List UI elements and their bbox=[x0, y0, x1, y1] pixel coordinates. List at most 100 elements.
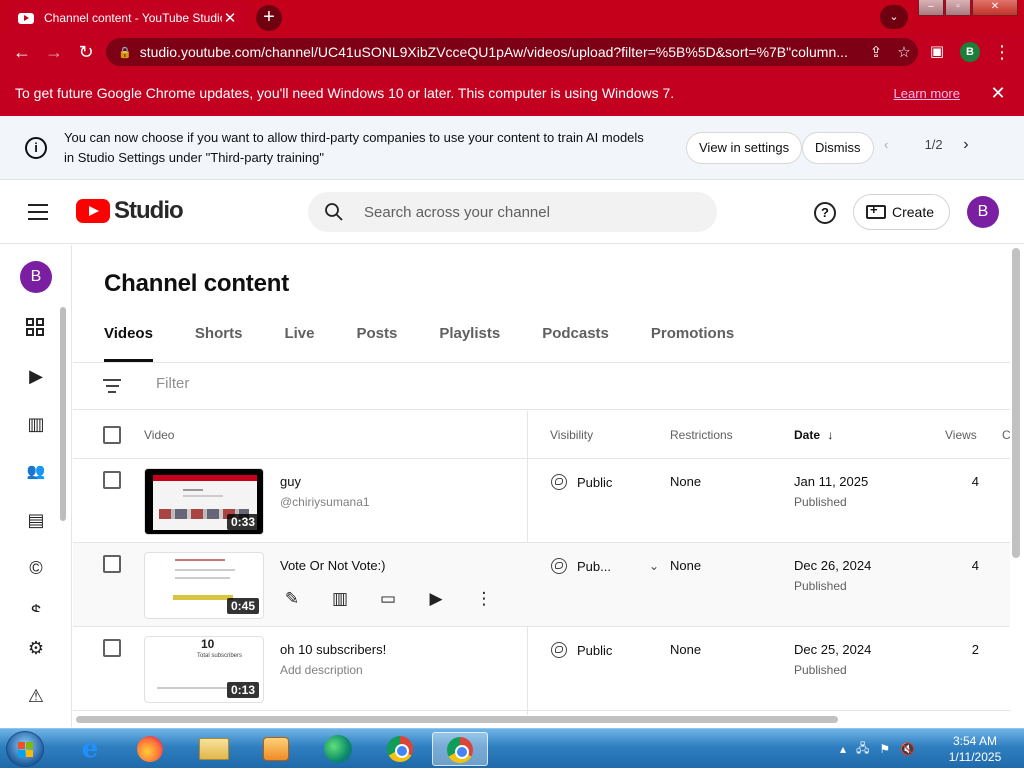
visibility-value: Public bbox=[577, 642, 613, 658]
share-icon[interactable]: ⇪ bbox=[862, 43, 890, 61]
account-avatar[interactable]: B bbox=[967, 196, 999, 228]
filter-bar bbox=[73, 363, 1010, 410]
start-button[interactable] bbox=[6, 731, 44, 767]
restrictions-value: None bbox=[670, 474, 702, 489]
more-options-icon[interactable]: ⋮ bbox=[472, 587, 496, 611]
dismiss-button[interactable]: Dismiss bbox=[802, 132, 874, 164]
community-icon[interactable]: 👥 bbox=[24, 460, 48, 484]
add-description-link[interactable]: Add description bbox=[280, 663, 363, 677]
bookmark-star-icon[interactable]: ☆ bbox=[890, 43, 918, 61]
learn-more-link[interactable]: Learn more bbox=[894, 86, 960, 101]
close-tab-icon[interactable]: ✕ bbox=[222, 9, 238, 27]
new-tab-button[interactable]: + bbox=[256, 5, 282, 31]
feedback-icon[interactable]: ⚠ bbox=[24, 684, 48, 708]
maximize-button[interactable]: ▫ bbox=[945, 0, 971, 16]
publish-status: Published bbox=[794, 579, 847, 593]
vertical-scrollbar[interactable] bbox=[1012, 248, 1020, 558]
video-thumbnail[interactable]: 10 Total subscribers 0:13 bbox=[144, 636, 264, 703]
horizontal-scrollbar[interactable] bbox=[76, 716, 838, 723]
tab-shorts[interactable]: Shorts bbox=[195, 325, 243, 362]
chrome-icon[interactable] bbox=[372, 732, 428, 766]
minimize-button[interactable]: – bbox=[918, 0, 944, 16]
channel-avatar[interactable]: B bbox=[20, 261, 52, 293]
tab-posts[interactable]: Posts bbox=[356, 325, 397, 362]
visibility-cell[interactable]: Public bbox=[551, 642, 612, 658]
select-all-checkbox[interactable] bbox=[103, 426, 121, 444]
create-button[interactable]: Create bbox=[853, 194, 950, 230]
help-icon[interactable]: ? bbox=[814, 202, 836, 224]
show-hidden-icons-icon[interactable]: ▴ bbox=[840, 742, 846, 756]
action-center-flag-icon[interactable]: ⚑ bbox=[879, 742, 890, 756]
row-checkbox[interactable] bbox=[103, 471, 121, 489]
browser-tab[interactable]: Channel content - YouTube Studio ✕ bbox=[8, 2, 248, 34]
forward-icon[interactable]: → bbox=[42, 40, 66, 64]
dashboard-icon[interactable] bbox=[26, 318, 46, 338]
subtitles-icon[interactable]: ▤ bbox=[24, 508, 48, 532]
table-row[interactable]: 0:45 Vote Or Not Vote:) ✎ ▥ ▭ ▶︎ ⋮ Pub..… bbox=[73, 543, 1010, 627]
edge-icon[interactable] bbox=[310, 732, 366, 766]
column-visibility[interactable]: Visibility bbox=[550, 428, 593, 442]
network-icon[interactable]: 🖧 bbox=[856, 739, 869, 760]
tab-live[interactable]: Live bbox=[284, 325, 314, 362]
previous-notice-icon[interactable]: ‹ bbox=[884, 137, 904, 152]
tab-search-button[interactable]: ⌄ bbox=[880, 5, 908, 29]
search-input[interactable] bbox=[364, 203, 684, 221]
tab-playlists[interactable]: Playlists bbox=[439, 325, 500, 362]
reload-icon[interactable]: ↻ bbox=[74, 40, 98, 64]
browser-menu-icon[interactable]: ⋮ bbox=[990, 40, 1014, 64]
table-row[interactable]: 0:33 guy @chiriysumana1 Public None Jan … bbox=[73, 459, 1010, 543]
video-thumbnail[interactable]: 0:33 bbox=[144, 468, 264, 535]
copyright-icon[interactable]: © bbox=[24, 556, 48, 580]
settings-icon[interactable]: ⚙ bbox=[24, 636, 48, 660]
studio-logo[interactable]: Studio bbox=[76, 197, 184, 225]
video-title[interactable]: oh 10 subscribers! bbox=[280, 642, 386, 657]
next-notice-icon[interactable]: › bbox=[963, 136, 983, 154]
tab-videos[interactable]: Videos bbox=[104, 325, 153, 362]
window-close-button[interactable]: ✕ bbox=[972, 0, 1018, 16]
column-restrictions[interactable]: Restrictions bbox=[670, 428, 733, 442]
analytics-icon[interactable]: ▥ bbox=[24, 412, 48, 436]
system-clock[interactable]: 3:54 AM 1/11/2025 bbox=[940, 733, 1010, 765]
chrome-profile-icon[interactable] bbox=[432, 732, 488, 766]
content-icon[interactable]: ▶︎ bbox=[24, 364, 48, 388]
chevron-down-icon[interactable]: ⌄ bbox=[649, 559, 659, 573]
visibility-cell[interactable]: Public bbox=[551, 474, 612, 490]
menu-icon[interactable] bbox=[28, 204, 48, 220]
filter-icon[interactable] bbox=[103, 379, 121, 397]
column-comments[interactable]: C bbox=[1002, 428, 1010, 442]
video-thumbnail[interactable]: 0:45 bbox=[144, 552, 264, 619]
video-title[interactable]: Vote Or Not Vote:) bbox=[280, 558, 386, 573]
video-title[interactable]: guy bbox=[280, 474, 301, 489]
tab-promotions[interactable]: Promotions bbox=[651, 325, 734, 362]
filter-input[interactable] bbox=[156, 375, 456, 392]
rail-scrollbar[interactable] bbox=[60, 307, 66, 521]
address-url[interactable]: studio.youtube.com/channel/UC41uSONL9Xib… bbox=[140, 44, 862, 60]
file-explorer-icon[interactable] bbox=[186, 732, 242, 766]
visibility-cell[interactable]: Pub... ⌄ bbox=[551, 558, 659, 574]
address-bar[interactable]: 🔒 studio.youtube.com/channel/UC41uSONL9X… bbox=[106, 38, 918, 66]
column-views[interactable]: Views bbox=[945, 428, 977, 442]
firefox-icon[interactable] bbox=[122, 732, 178, 766]
clock-time: 3:54 AM bbox=[952, 734, 998, 748]
back-icon[interactable]: ← bbox=[10, 40, 34, 64]
earn-icon[interactable]: $ bbox=[24, 600, 48, 612]
channel-search[interactable] bbox=[308, 192, 717, 232]
side-panel-icon[interactable]: ▣ bbox=[925, 40, 949, 64]
infobar-close-icon[interactable]: ✕ bbox=[986, 83, 1010, 104]
analytics-icon[interactable]: ▥ bbox=[328, 587, 352, 611]
comments-icon[interactable]: ▭ bbox=[376, 587, 400, 611]
media-player-icon[interactable] bbox=[248, 732, 304, 766]
table-row[interactable]: 10 Total subscribers 0:13 oh 10 subscrib… bbox=[73, 627, 1010, 711]
browser-profile-avatar[interactable]: B bbox=[960, 42, 980, 62]
row-checkbox[interactable] bbox=[103, 639, 121, 657]
view-in-settings-button[interactable]: View in settings bbox=[686, 132, 803, 164]
internet-explorer-icon[interactable]: e bbox=[62, 732, 118, 766]
restrictions-value: None bbox=[670, 642, 702, 657]
view-on-youtube-icon[interactable]: ▶︎ bbox=[424, 587, 448, 611]
column-date[interactable]: Date ↓ bbox=[794, 428, 833, 442]
row-checkbox[interactable] bbox=[103, 555, 121, 573]
edit-pencil-icon[interactable]: ✎ bbox=[280, 587, 304, 611]
notice-page-count: 1/2 bbox=[924, 137, 943, 152]
tab-podcasts[interactable]: Podcasts bbox=[542, 325, 609, 362]
volume-muted-icon[interactable]: 🔇 bbox=[900, 742, 915, 756]
